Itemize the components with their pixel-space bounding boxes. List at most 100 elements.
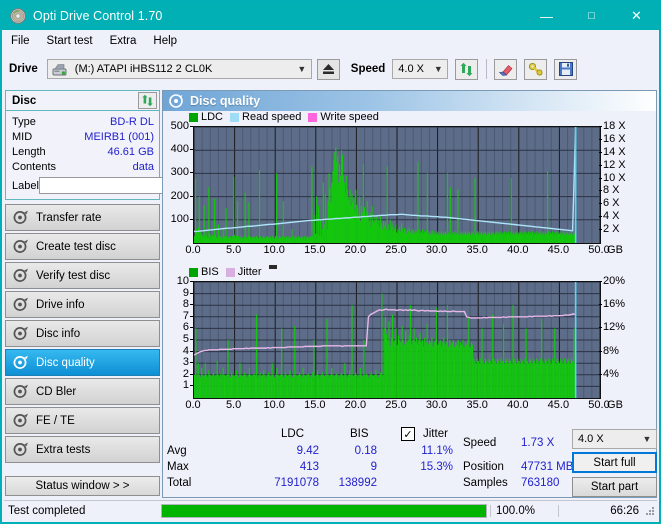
- disc-row-mid: MID MEIRB1 (001): [12, 129, 154, 144]
- minimize-button[interactable]: —: [524, 2, 569, 30]
- menu-extra[interactable]: Extra: [110, 33, 146, 49]
- axis-tick: [190, 362, 193, 364]
- close-button[interactable]: ✕: [614, 2, 659, 30]
- sidebar-item-disc-quality[interactable]: Disc quality: [5, 349, 160, 376]
- stats-bis-total: 138992: [338, 477, 377, 489]
- sidebar-item-extra-tests-label: Extra tests: [36, 443, 91, 456]
- chevron-down-icon[interactable]: ▼: [429, 64, 447, 74]
- bis-ytick-left: 8: [182, 298, 189, 311]
- disc-info-rows: Type BD-R DL MID MEIRB1 (001) Length 46.…: [6, 111, 241, 199]
- save-button[interactable]: [554, 58, 578, 80]
- disc-quality-icon: [169, 94, 183, 108]
- resize-grip-icon[interactable]: [645, 506, 655, 516]
- test-speed-select[interactable]: 4.0 X ▼: [572, 429, 657, 449]
- axis-tick: [190, 315, 193, 317]
- window-title: Opti Drive Control 1.70: [33, 9, 163, 23]
- bis-ytick-left: 7: [182, 309, 189, 322]
- bis-ytick-left: 6: [182, 321, 189, 334]
- sidebar-item-disc-quality-label: Disc quality: [36, 356, 95, 369]
- status-bar: Test completed 100.0% 66:26: [4, 500, 657, 520]
- stats-ldc-max: 413: [299, 461, 319, 473]
- stats-speed-value: 1.73 X: [521, 437, 555, 449]
- drive-select[interactable]: (M:) ATAPI iHBS112 2 CL0K ▼: [46, 59, 312, 79]
- bis-xtick: 35.0: [466, 399, 488, 411]
- bis-xtick: 20.0: [344, 399, 367, 411]
- refresh-button[interactable]: [455, 58, 479, 80]
- sidebar-item-fe-te-label: FE / TE: [36, 414, 75, 427]
- erase-button[interactable]: [494, 58, 518, 80]
- stats-position-label: Position: [463, 461, 504, 473]
- sidebar-item-extra-tests[interactable]: Extra tests: [5, 436, 160, 463]
- axis-tick: [190, 281, 193, 282]
- maximize-button[interactable]: □: [569, 2, 614, 30]
- axis-tick: [599, 281, 602, 282]
- stats-col-ldc: LDC: [281, 428, 305, 440]
- bis-xtick: 40.0: [507, 399, 529, 411]
- ldc-ytick-right: 8 X: [603, 184, 620, 197]
- legend-label-ldc: LDC: [201, 111, 224, 123]
- ldc-xlabel: GB: [607, 244, 623, 256]
- menu-help[interactable]: Help: [153, 33, 186, 49]
- status-window-button[interactable]: Status window > >: [5, 476, 160, 496]
- legend-label-bis: BIS: [201, 266, 219, 278]
- bis-ytick-left: 5: [182, 333, 189, 345]
- legend-swatch-read-speed: [230, 112, 240, 122]
- speed-select[interactable]: 4.0 X ▼: [392, 59, 449, 79]
- eject-button[interactable]: [316, 58, 340, 80]
- sidebar-item-transfer-rate[interactable]: Transfer rate: [5, 204, 160, 231]
- stats-jitter-avg: 11.1%: [421, 445, 453, 457]
- sidebar-item-verify-test-disc[interactable]: Verify test disc: [5, 262, 160, 289]
- menu-bar: File Start test Extra Help: [2, 30, 659, 52]
- sidebar-item-drive-info[interactable]: Drive info: [5, 291, 160, 318]
- main-body: Disc Type BD-R DL MID MEIRB1 (001) Lengt…: [4, 90, 657, 498]
- bis-ytick-left: 10: [176, 275, 189, 287]
- menu-start-test[interactable]: Start test: [47, 33, 102, 49]
- bis-ytick-left: 3: [182, 356, 189, 369]
- legend-item-bis: BIS: [189, 266, 219, 278]
- panel-title: Disc quality: [190, 94, 261, 108]
- sidebar-item-create-test-disc[interactable]: Create test disc: [5, 233, 160, 260]
- start-full-button[interactable]: Start full: [572, 452, 657, 473]
- disc-icon: [10, 8, 26, 24]
- ldc-ytick-left: 100: [170, 212, 189, 225]
- bis-ytick-left: 4: [182, 344, 189, 357]
- sidebar-item-fe-te[interactable]: FE / TE: [5, 407, 160, 434]
- disc-nav-icon: [13, 413, 28, 427]
- jitter-checkbox[interactable]: ✓: [401, 427, 415, 441]
- bis-xtick: 15.0: [304, 399, 326, 411]
- ldc-xtick: 15.0: [304, 244, 326, 256]
- chevron-down-icon[interactable]: ▼: [293, 64, 311, 74]
- ldc-ytick-right: 14 X: [603, 145, 626, 158]
- disc-row-contents: Contents data: [12, 159, 154, 174]
- ldc-ytick-right: 6 X: [603, 197, 620, 210]
- bis-ytick-left: 9: [182, 286, 189, 299]
- disc-nav-icon: [13, 268, 28, 282]
- drive-label: Drive: [9, 63, 38, 75]
- disc-nav-icon: [13, 239, 28, 253]
- ldc-ytick-left: 400: [170, 143, 189, 156]
- chevron-down-icon[interactable]: ▼: [638, 434, 656, 444]
- legend-marker-extra: [268, 265, 277, 269]
- drive-value: (M:) ATAPI iHBS112 2 CL0K: [74, 63, 213, 75]
- key-button[interactable]: [524, 58, 548, 80]
- menu-file[interactable]: File: [11, 33, 39, 49]
- stats-col-jitter: Jitter: [423, 428, 448, 440]
- sidebar-item-disc-info[interactable]: Disc info: [5, 320, 160, 347]
- ldc-xtick: 10.0: [263, 244, 285, 256]
- stats-ldc-total: 7191078: [274, 477, 319, 489]
- eject-icon: [322, 64, 334, 74]
- start-part-button[interactable]: Start part: [572, 477, 657, 497]
- disc-label-key: Label: [12, 179, 39, 192]
- axis-tick: [190, 218, 193, 220]
- legend-item-read-speed: Read speed: [230, 111, 301, 123]
- save-disk-icon: [558, 62, 573, 76]
- sidebar-item-cd-bler[interactable]: CD Bler: [5, 378, 160, 405]
- disc-row-contents-value: data: [132, 160, 154, 173]
- ldc-ytick-right: 2 X: [603, 223, 620, 236]
- axis-tick: [599, 164, 602, 166]
- stats-bis-avg: 0.18: [354, 445, 377, 457]
- axis-tick: [190, 339, 193, 340]
- progress-bar: [161, 503, 487, 518]
- stats-jitter-max: 15.3%: [420, 461, 453, 473]
- disc-refresh-button[interactable]: [138, 92, 157, 109]
